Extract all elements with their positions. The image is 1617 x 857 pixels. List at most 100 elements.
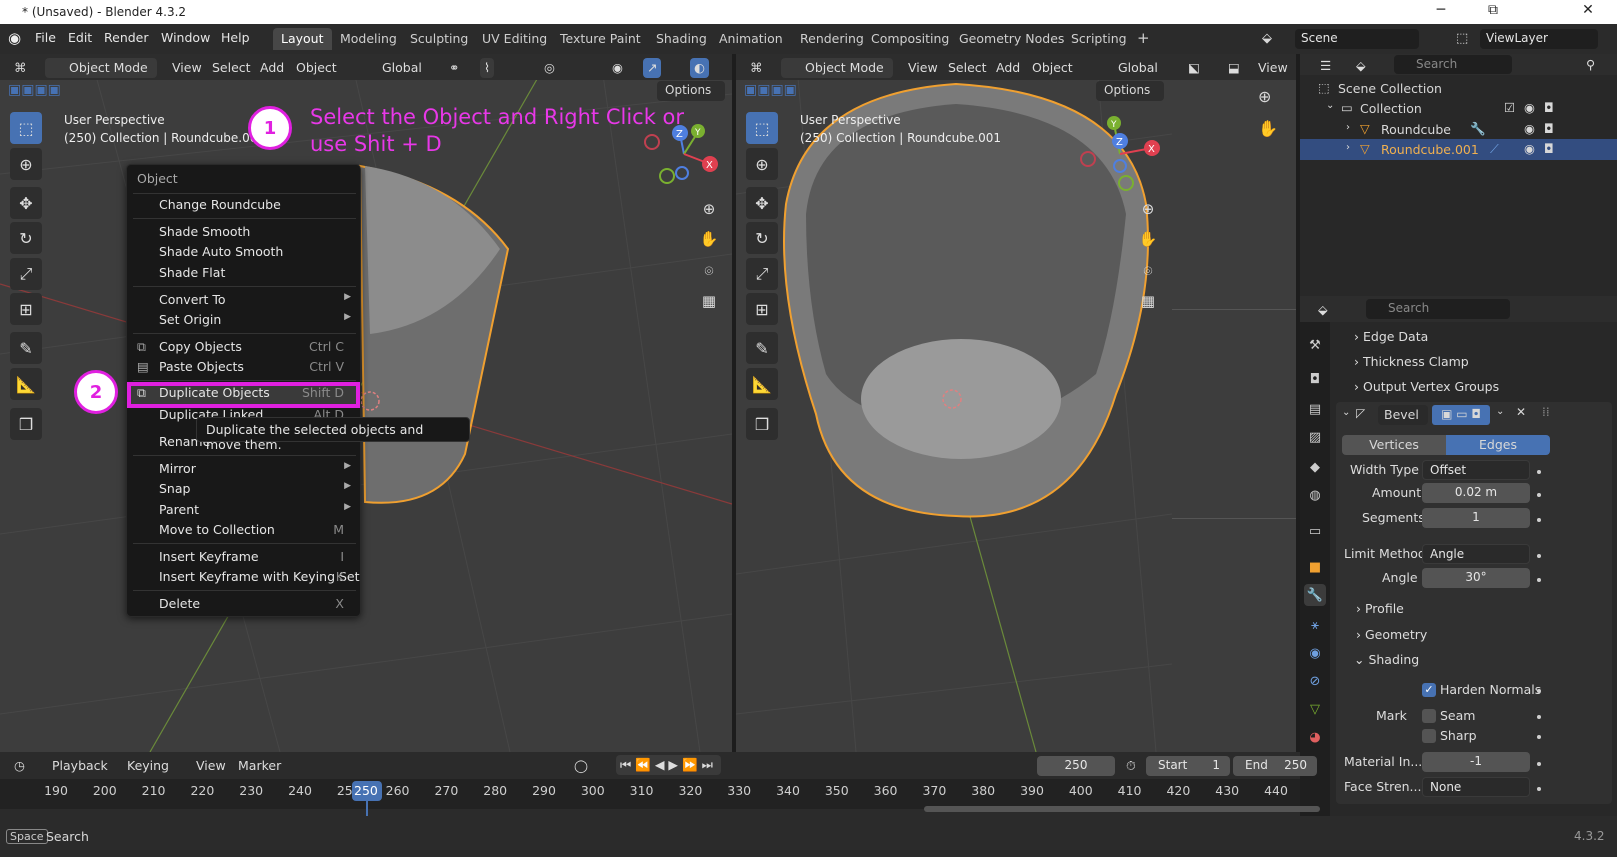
transform-tool-icon[interactable]: ⊞ xyxy=(746,293,778,325)
timeline-menu-playback[interactable]: Playback xyxy=(48,756,112,776)
menu-item-paste-objects[interactable]: ▤ Paste Objects Ctrl V xyxy=(127,357,360,377)
cursor-tool-icon[interactable]: ⊕ xyxy=(746,148,778,180)
limit-method-dropdown[interactable]: Angle xyxy=(1422,544,1530,564)
menu-item-convert-to[interactable]: Convert To ▶ xyxy=(127,290,360,310)
tab-rendering[interactable]: Rendering xyxy=(792,28,872,50)
remove-modifier-icon[interactable]: ✕ xyxy=(1516,405,1526,419)
editor-type-icon[interactable]: ⌘ xyxy=(10,58,31,78)
minimize-button[interactable]: ─ xyxy=(1418,2,1464,18)
timeline-menu-keying[interactable]: Keying xyxy=(123,756,173,776)
scale-tool-icon[interactable]: ⤢ xyxy=(10,258,42,290)
affect-vertices-button[interactable]: Vertices xyxy=(1342,435,1446,455)
checkbox-icon[interactable]: ☑ xyxy=(1504,100,1515,115)
outliner-row-roundcube-001[interactable]: › ▽ Roundcube.001 ⟋ ◉ ◘ xyxy=(1300,139,1617,160)
viewlayer-selector[interactable]: ViewLayer xyxy=(1480,29,1598,49)
subpanel-geometry[interactable]: › Geometry xyxy=(1356,627,1427,642)
editor-type-icon[interactable]: ⬕ xyxy=(1184,58,1204,78)
viewport-menu-object[interactable]: Object xyxy=(292,58,341,78)
keyframe-dot[interactable] xyxy=(1537,715,1541,719)
viewlayer-icon[interactable]: ⬚ xyxy=(1456,31,1468,46)
menu-item-insert-keyframe-keying-set[interactable]: Insert Keyframe with Keying Set K xyxy=(127,567,360,587)
pan-hand-icon[interactable]: ✋ xyxy=(1135,226,1161,252)
collection-tab-icon[interactable]: ▭ xyxy=(1304,520,1326,542)
object-mode-dropdown[interactable]: Object Mode xyxy=(45,58,157,78)
world-tab-icon[interactable]: ◍ xyxy=(1304,484,1326,506)
outliner-row-collection[interactable]: ⌄ ▭ Collection ☑ ◉ ◘ xyxy=(1300,98,1617,119)
keyframe-dot[interactable] xyxy=(1537,470,1541,474)
menu-item-change-roundcube[interactable]: Change Roundcube xyxy=(127,195,360,215)
menu-edit[interactable]: Edit xyxy=(68,30,92,45)
snap-icon[interactable]: ⌇ xyxy=(480,58,495,78)
collapse-arrow-icon[interactable]: ⌄ xyxy=(1342,407,1350,418)
add-cube-tool-icon[interactable]: ❒ xyxy=(10,408,42,440)
annotate-tool-icon[interactable]: ✎ xyxy=(10,332,42,364)
view-menu[interactable]: View xyxy=(1254,58,1292,78)
pan-hand-icon[interactable]: ✋ xyxy=(1258,119,1278,138)
view-layer-tab-icon[interactable]: ▨ xyxy=(1304,426,1326,448)
menu-item-parent[interactable]: Parent ▶ xyxy=(127,500,360,520)
modifier-tab-icon[interactable]: 🔧 xyxy=(1304,584,1326,606)
camera-render-icon[interactable]: ◘ xyxy=(1544,141,1554,156)
menu-item-shade-auto-smooth[interactable]: Shade Auto Smooth xyxy=(127,242,360,262)
viewport-right[interactable]: ⌘ Object Mode View Select Add Object Glo… xyxy=(736,54,1172,752)
rotate-tool-icon[interactable]: ↻ xyxy=(746,222,778,254)
constraints-tab-icon[interactable]: ⊘ xyxy=(1304,670,1326,692)
physics-tab-icon[interactable]: ◉ xyxy=(1304,642,1326,664)
transform-orientation-dropdown[interactable]: Global xyxy=(1096,58,1162,78)
expand-arrow-icon[interactable]: ⌄ xyxy=(1326,100,1334,111)
subpanel-shading[interactable]: ⌄ Shading xyxy=(1354,652,1419,667)
mark-seam-checkbox[interactable] xyxy=(1422,709,1436,723)
menu-item-delete[interactable]: Delete X xyxy=(127,594,360,614)
outliner-row-roundcube[interactable]: › ▽ Roundcube 🔧 ◉ ◘ xyxy=(1300,119,1617,140)
visibility-icon[interactable]: ◉ xyxy=(608,58,627,78)
tab-modeling[interactable]: Modeling xyxy=(332,28,405,50)
menu-item-move-to-collection[interactable]: Move to Collection M xyxy=(127,520,360,540)
select-mode-icons[interactable]: ▣▣▣▣ xyxy=(8,82,61,98)
tab-layout[interactable]: Layout xyxy=(273,28,332,50)
amount-field[interactable]: 0.02 m xyxy=(1422,483,1530,503)
view-menu-icon[interactable]: ⬓ xyxy=(1224,58,1244,78)
camera-render-icon[interactable]: ◘ xyxy=(1544,121,1554,136)
navigation-gizmo[interactable]: Z Y X xyxy=(1078,114,1168,194)
material-tab-icon[interactable]: ◕ xyxy=(1304,726,1326,748)
playback-controls[interactable]: ⏮⏪◀▶⏩⏭ xyxy=(616,755,721,775)
add-workspace-button[interactable]: + xyxy=(1129,26,1158,48)
keyframe-dot[interactable] xyxy=(1537,554,1541,558)
menu-item-copy-objects[interactable]: ⧉ Copy Objects Ctrl C xyxy=(127,337,360,357)
zoom-icon[interactable]: ⊕ xyxy=(1135,196,1161,222)
keyframe-dot[interactable] xyxy=(1537,787,1541,791)
object-tab-icon[interactable]: ■ xyxy=(1304,556,1326,578)
object-mode-dropdown[interactable]: Object Mode xyxy=(781,58,893,78)
options-dropdown[interactable]: Options xyxy=(657,81,725,101)
pan-hand-icon[interactable]: ✋ xyxy=(696,226,722,252)
viewport-menu-add[interactable]: Add xyxy=(992,58,1024,78)
keyframe-dot[interactable] xyxy=(1537,518,1541,522)
panel-output-vertex-groups[interactable]: › Output Vertex Groups xyxy=(1354,379,1499,394)
timeline-menu-view[interactable]: View xyxy=(192,756,230,776)
move-tool-icon[interactable]: ✥ xyxy=(746,187,778,219)
keyframe-dot[interactable] xyxy=(1537,735,1541,739)
keyframe-dot[interactable] xyxy=(1537,689,1541,693)
scene-icon[interactable]: ⬙ xyxy=(1262,31,1272,46)
timeline-menu-marker[interactable]: Marker xyxy=(234,756,285,776)
dropdown-arrow-icon[interactable]: ⌄ xyxy=(1496,406,1504,417)
eye-icon[interactable]: ◉ xyxy=(1524,121,1535,136)
timeline-scrollbar[interactable] xyxy=(924,806,1320,812)
scene-selector[interactable]: Scene xyxy=(1295,29,1419,49)
panel-thickness-clamp[interactable]: › Thickness Clamp xyxy=(1354,354,1469,369)
viewport-menu-view[interactable]: View xyxy=(168,58,206,78)
start-frame-field[interactable]: Start 1 xyxy=(1146,756,1230,776)
zoom-icon[interactable]: ⊕ xyxy=(696,196,722,222)
width-type-dropdown[interactable]: Offset xyxy=(1422,460,1530,480)
render-tab-icon[interactable]: ◘ xyxy=(1304,368,1326,390)
transform-orientation-dropdown[interactable]: Global xyxy=(360,58,426,78)
viewport-menu-select[interactable]: Select xyxy=(944,58,991,78)
proportional-edit-icon[interactable]: ◎ xyxy=(540,58,559,78)
tab-geometry-nodes[interactable]: Geometry Nodes xyxy=(951,28,1072,50)
gizmo-toggle-icon[interactable]: ↗ xyxy=(643,58,662,78)
menu-item-snap[interactable]: Snap ▶ xyxy=(127,479,360,499)
drag-handle-icon[interactable]: ⁞⁞ xyxy=(1542,405,1550,419)
zoom-icon[interactable]: ⊕ xyxy=(1258,87,1271,106)
current-frame-field[interactable]: 250 xyxy=(1037,756,1115,776)
viewport-menu-view[interactable]: View xyxy=(904,58,942,78)
